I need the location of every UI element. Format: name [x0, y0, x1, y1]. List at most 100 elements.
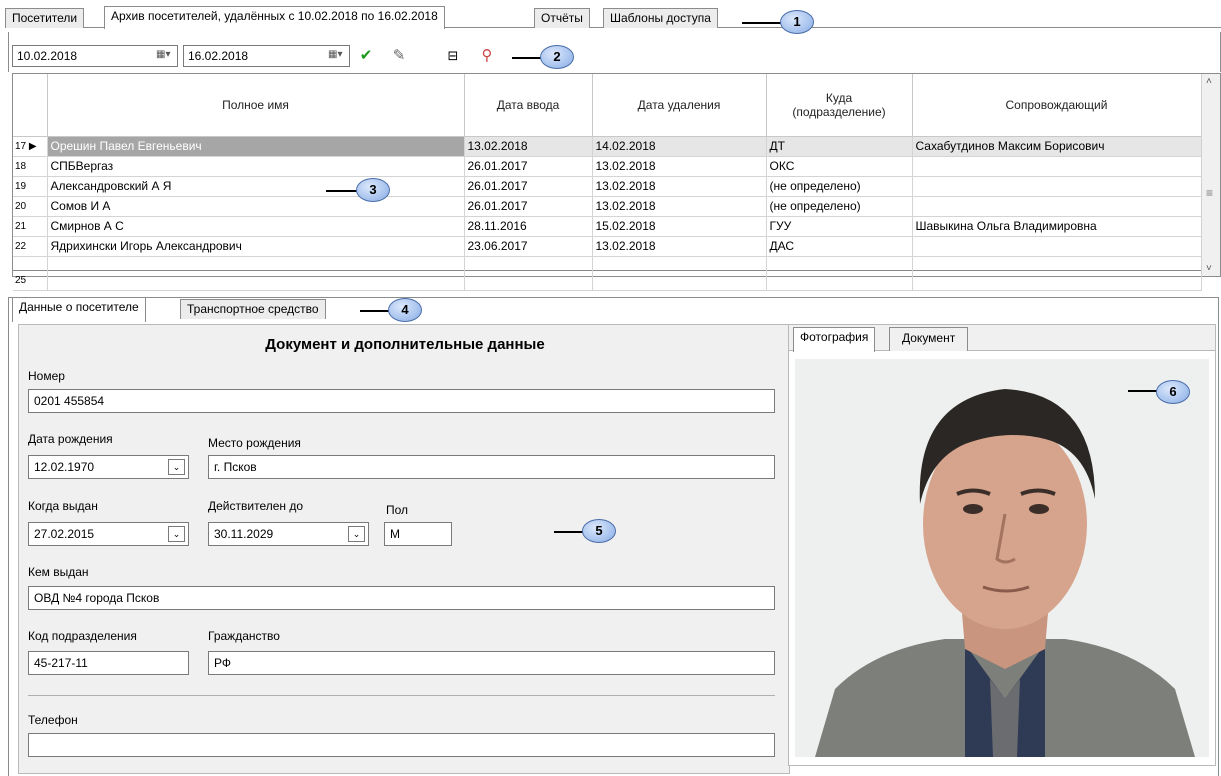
callout-1-leader	[742, 22, 782, 24]
table-row[interactable]: 22 Ядрихински Игорь Александрович 23.06.…	[13, 236, 1202, 257]
cell-date-in: 13.02.2018	[464, 136, 593, 157]
division-code-label: Код подразделения	[28, 629, 137, 643]
column-header-escort[interactable]: Сопровождающий	[912, 74, 1202, 137]
table-row[interactable]	[13, 256, 1202, 270]
cell-date-in: 28.11.2016	[464, 216, 593, 237]
cell-date-deleted: 13.02.2018	[592, 176, 767, 197]
cell-fullname: Ядрихински Игорь Александрович	[47, 236, 465, 257]
phone-field[interactable]	[28, 733, 775, 757]
cell-date-deleted: 15.02.2018	[592, 216, 767, 237]
cell-date-deleted: 13.02.2018	[592, 196, 767, 217]
cell-department: (не определено)	[766, 196, 913, 217]
birth-place-label: Место рождения	[208, 436, 301, 450]
callout-5: 5	[582, 519, 616, 543]
row-number-header	[13, 74, 48, 137]
column-header-fullname[interactable]: Полное имя	[47, 74, 465, 137]
cell-escort	[912, 196, 1202, 217]
tab-archive[interactable]: Архив посетителей, удалённых с 10.02.201…	[104, 6, 445, 29]
search-visitor-icon[interactable]: ⚲	[477, 46, 497, 66]
table-row[interactable]: 19 Александровский А Я 26.01.2017 13.02.…	[13, 176, 1202, 197]
main-tabbar: Посетители Архив посетителей, удалённых …	[5, 6, 1221, 29]
division-code-field[interactable]: 45-217-11	[28, 651, 189, 675]
number-label: Номер	[28, 369, 65, 383]
visitor-portrait-icon	[795, 359, 1209, 757]
tab-access-templates[interactable]: Шаблоны доступа	[603, 8, 718, 28]
tab-visitors[interactable]: Посетители	[5, 8, 85, 28]
table-row[interactable]: 17 ▶ Орешин Павел Евгеньевич 13.02.2018 …	[13, 136, 1202, 157]
tab-photo[interactable]: Фотография	[793, 327, 876, 352]
cell-date-deleted	[592, 269, 767, 291]
tab-document[interactable]: Документ	[889, 327, 969, 351]
chevron-down-icon[interactable]: ⌄	[168, 459, 185, 475]
form-divider	[28, 695, 775, 696]
cell-date-deleted: 13.02.2018	[592, 156, 767, 177]
issued-date-field[interactable]: 27.02.2015 ⌄	[28, 522, 189, 546]
cell-department: ОКС	[766, 156, 913, 177]
apply-checkmark-icon[interactable]: ✔	[356, 46, 376, 66]
sex-field[interactable]: М	[384, 522, 452, 546]
column-header-date-in[interactable]: Дата ввода	[464, 74, 593, 137]
row-number: 19	[13, 176, 48, 197]
cell-fullname: Сомов И А	[47, 196, 465, 217]
grid-vertical-scrollbar[interactable]: ˄ ≡ ˅	[1201, 74, 1220, 276]
cell-department: ГУУ	[766, 216, 913, 237]
chevron-down-icon[interactable]: ⌄	[348, 526, 365, 542]
cell-date-in	[464, 269, 593, 291]
row-number: 21	[13, 216, 48, 237]
issued-by-field[interactable]: ОВД №4 города Псков	[28, 586, 775, 610]
document-form: Документ и дополнительные данные Номер 0…	[18, 324, 790, 774]
cell-fullname	[47, 269, 465, 291]
citizenship-field[interactable]: РФ	[208, 651, 775, 675]
archive-table: Полное имя Дата ввода Дата удаления Куда…	[13, 74, 1202, 291]
cell-fullname: СПБВергаз	[47, 156, 465, 177]
callout-6-leader	[1128, 390, 1158, 392]
row-number: 25	[13, 269, 48, 291]
cell-date-in: 26.01.2017	[464, 156, 593, 177]
chevron-down-icon[interactable]: ⌄	[168, 526, 185, 542]
birth-place-field[interactable]: г. Псков	[208, 455, 775, 479]
cell-date-deleted: 13.02.2018	[592, 236, 767, 257]
cell-fullname: Смирнов А С	[47, 216, 465, 237]
archive-grid: Полное имя Дата ввода Дата удаления Куда…	[12, 73, 1221, 291]
issued-date-value: 27.02.2015	[34, 527, 95, 541]
number-field[interactable]: 0201 455854	[28, 389, 775, 413]
cell-escort: Сахабутдинов Максим Борисович	[912, 136, 1202, 157]
row-number: 17 ▶	[13, 136, 48, 157]
table-row[interactable]: 25	[13, 269, 1202, 291]
calendar-dropdown-icon[interactable]: ▦▾	[328, 49, 346, 63]
birth-date-value: 12.02.1970	[34, 460, 95, 474]
scroll-down-icon[interactable]: ˅	[1206, 263, 1212, 274]
cell-fullname: Александровский А Я	[47, 176, 465, 197]
issued-date-label: Когда выдан	[28, 499, 98, 513]
cell-date-in: 26.01.2017	[464, 176, 593, 197]
table-row[interactable]: 21 Смирнов А С 28.11.2016 15.02.2018 ГУУ…	[13, 216, 1202, 237]
cell-department: ДТ	[766, 136, 913, 157]
column-header-date-deleted[interactable]: Дата удаления	[592, 74, 767, 137]
tab-reports[interactable]: Отчёты	[534, 8, 590, 28]
cell-escort: Шавыкина Ольга Владимировна	[912, 216, 1202, 237]
callout-2-leader	[512, 57, 542, 59]
callout-4: 4	[388, 298, 422, 322]
row-number: 18	[13, 156, 48, 177]
scroll-thumb-grip-icon[interactable]: ≡	[1206, 186, 1213, 200]
table-row[interactable]: 18 СПБВергаз 26.01.2017 13.02.2018 ОКС	[13, 156, 1202, 177]
edit-settings-icon[interactable]: ✎	[389, 46, 409, 66]
tab-vehicle[interactable]: Транспортное средство	[180, 299, 326, 319]
tab-visitor-data[interactable]: Данные о посетителе	[12, 297, 146, 322]
cell-date-in: 23.06.2017	[464, 236, 593, 257]
export-document-icon[interactable]: ⊟	[443, 46, 463, 66]
date-from-field[interactable]: 10.02.2018 ▦▾	[12, 45, 178, 67]
date-to-value: 16.02.2018	[188, 49, 249, 63]
scroll-up-icon[interactable]: ˄	[1206, 76, 1212, 87]
visitor-photo	[795, 359, 1209, 757]
cell-date-deleted: 14.02.2018	[592, 136, 767, 157]
calendar-dropdown-icon[interactable]: ▦▾	[156, 49, 174, 63]
cell-escort	[912, 176, 1202, 197]
column-header-department[interactable]: Куда (подразделение)	[766, 74, 913, 137]
date-to-field[interactable]: 16.02.2018 ▦▾	[183, 45, 350, 67]
citizenship-label: Гражданство	[208, 629, 280, 643]
birth-date-field[interactable]: 12.02.1970 ⌄	[28, 455, 189, 479]
table-row[interactable]: 20 Сомов И А 26.01.2017 13.02.2018 (не о…	[13, 196, 1202, 217]
valid-until-field[interactable]: 30.11.2029 ⌄	[208, 522, 369, 546]
issued-by-label: Кем выдан	[28, 565, 89, 579]
